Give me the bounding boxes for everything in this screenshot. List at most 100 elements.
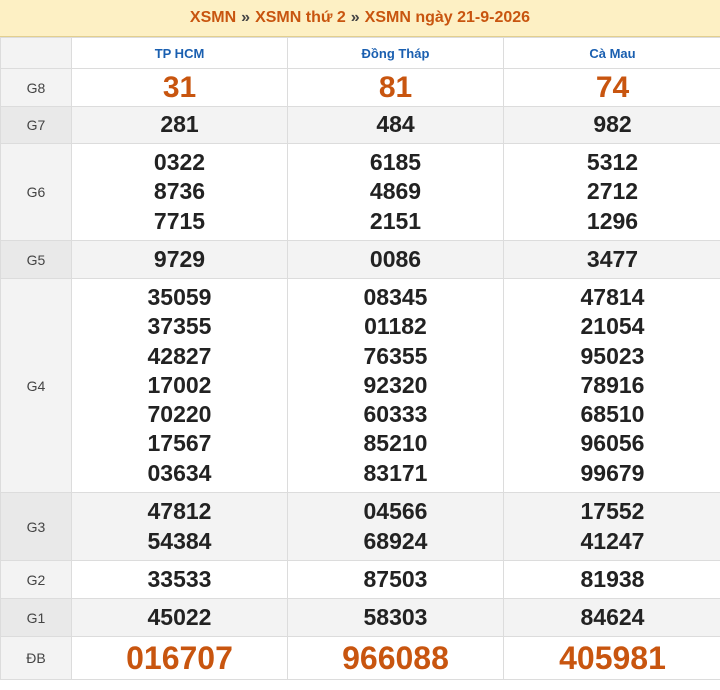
prize-number: 70220 <box>147 401 212 428</box>
prize-number: 04566 <box>363 498 428 525</box>
prize-number: 84624 <box>580 603 645 630</box>
prize-cell: 47814 21054 95023 78916 68510 96056 99679 <box>503 278 720 493</box>
breadcrumb-xsmn-date-link[interactable]: XSMN ngày 21-9-2026 <box>365 9 530 27</box>
prize-number: 41247 <box>580 527 645 554</box>
prize-cell: 3477 <box>503 240 720 279</box>
prize-number: 42827 <box>147 342 212 369</box>
prize-number: 47812 <box>147 498 212 525</box>
prize-number: 08345 <box>363 283 428 310</box>
prize-number: 6185 <box>369 149 422 176</box>
prize-number: 281 <box>160 111 199 138</box>
prize-number: 96056 <box>580 430 645 457</box>
prize-row-0: G8 31 81 74 <box>0 68 720 107</box>
prize-number: 8736 <box>153 178 206 205</box>
prize-number: 60333 <box>363 401 428 428</box>
breadcrumb: XSMN » XSMN thứ 2 » XSMN ngày 21-9-2026 <box>0 0 720 37</box>
prize-number: 81938 <box>580 565 645 592</box>
prize-label: G6 <box>0 143 72 241</box>
prize-cell: 81938 <box>503 560 720 599</box>
prize-label: G5 <box>0 240 72 279</box>
prize-row-5: G3 47812 54384 04566 68924 17552 41247 <box>0 492 720 561</box>
prize-number: 0086 <box>369 245 422 272</box>
prize-number: 83171 <box>363 459 428 486</box>
prize-number: 03634 <box>147 459 212 486</box>
prize-cell: 6185 4869 2151 <box>287 143 504 241</box>
breadcrumb-xsmn-link[interactable]: XSMN <box>190 9 236 27</box>
province-header-row: TP HCM Đồng Tháp Cà Mau <box>0 37 720 69</box>
prize-number: 17567 <box>147 430 212 457</box>
header-blank-cell <box>0 37 72 69</box>
province-dong-thap[interactable]: Đồng Tháp <box>287 37 504 69</box>
prize-row-2: G6 0322 8736 7715 6185 4869 2151 5312 2712 1296 <box>0 143 720 241</box>
prize-number: 17552 <box>580 498 645 525</box>
breadcrumb-separator: » <box>241 9 251 26</box>
prize-number: 4869 <box>369 178 422 205</box>
prize-cell: 016707 <box>71 636 288 680</box>
prize-number: 54384 <box>147 527 212 554</box>
prize-row-8: ĐB 016707 966088 405981 <box>0 636 720 680</box>
prize-cell: 74 <box>503 68 720 107</box>
prize-number: 76355 <box>363 342 428 369</box>
prize-number: 74 <box>595 70 630 104</box>
prize-cell: 484 <box>287 106 504 144</box>
prize-number: 2712 <box>586 178 639 205</box>
prize-number: 966088 <box>342 639 449 676</box>
prize-number: 17002 <box>147 371 212 398</box>
prize-number: 484 <box>376 111 415 138</box>
breadcrumb-xsmn-thu2-link[interactable]: XSMN thứ 2 <box>255 9 346 27</box>
prize-cell: 47812 54384 <box>71 492 288 561</box>
prize-cell: 0086 <box>287 240 504 279</box>
prize-number: 33533 <box>147 565 212 592</box>
prize-cell: 31 <box>71 68 288 107</box>
prize-number: 1296 <box>586 207 639 234</box>
prize-cell: 405981 <box>503 636 720 680</box>
prize-number: 2151 <box>369 207 422 234</box>
province-ca-mau[interactable]: Cà Mau <box>503 37 720 69</box>
prize-cell: 58303 <box>287 598 504 637</box>
prize-number: 85210 <box>363 430 428 457</box>
prize-label: G4 <box>0 278 72 493</box>
breadcrumb-separator: » <box>350 9 360 26</box>
prize-cell: 87503 <box>287 560 504 599</box>
prize-number: 95023 <box>580 342 645 369</box>
prize-row-4: G4 35059 37355 42827 17002 70220 17567 03634 083… <box>0 278 720 493</box>
prize-number: 47814 <box>580 283 645 310</box>
prize-number: 0322 <box>153 149 206 176</box>
prize-number: 982 <box>593 111 632 138</box>
prize-number: 7715 <box>153 207 206 234</box>
prize-cell: 0322 8736 7715 <box>71 143 288 241</box>
prize-number: 9729 <box>153 245 206 272</box>
prize-row-7: G1 45022 58303 84624 <box>0 598 720 637</box>
prize-number: 3477 <box>586 245 639 272</box>
prize-number: 01182 <box>364 313 427 340</box>
prize-label: G1 <box>0 598 72 637</box>
prize-cell: 08345 01182 76355 92320 60333 85210 83171 <box>287 278 504 493</box>
prize-number: 35059 <box>147 283 212 310</box>
prize-label: G7 <box>0 106 72 144</box>
prize-cell: 5312 2712 1296 <box>503 143 720 241</box>
prize-number: 405981 <box>559 639 666 676</box>
prize-number: 37355 <box>147 313 212 340</box>
results-page: XSMN » XSMN thứ 2 » XSMN ngày 21-9-2026 … <box>0 0 720 690</box>
prize-number: 92320 <box>363 371 428 398</box>
prize-label: G8 <box>0 68 72 107</box>
prize-row-1: G7 281 484 982 <box>0 106 720 144</box>
prize-number: 58303 <box>363 603 428 630</box>
prize-number: 87503 <box>363 565 428 592</box>
prize-label: G3 <box>0 492 72 561</box>
prize-number: 68924 <box>363 527 428 554</box>
prize-number: 81 <box>378 70 413 104</box>
prize-number: 78916 <box>580 371 645 398</box>
prize-cell: 35059 37355 42827 17002 70220 17567 03634 <box>71 278 288 493</box>
prize-cell: 982 <box>503 106 720 144</box>
prize-label: ĐB <box>0 636 72 680</box>
prize-row-6: G2 33533 87503 81938 <box>0 560 720 599</box>
prize-number: 31 <box>162 70 197 104</box>
prize-cell: 281 <box>71 106 288 144</box>
prize-number: 45022 <box>147 603 212 630</box>
prize-number: 68510 <box>580 401 645 428</box>
prize-cell: 9729 <box>71 240 288 279</box>
prize-number: 99679 <box>580 459 645 486</box>
province-tp-hcm[interactable]: TP HCM <box>71 37 288 69</box>
prize-cell: 84624 <box>503 598 720 637</box>
